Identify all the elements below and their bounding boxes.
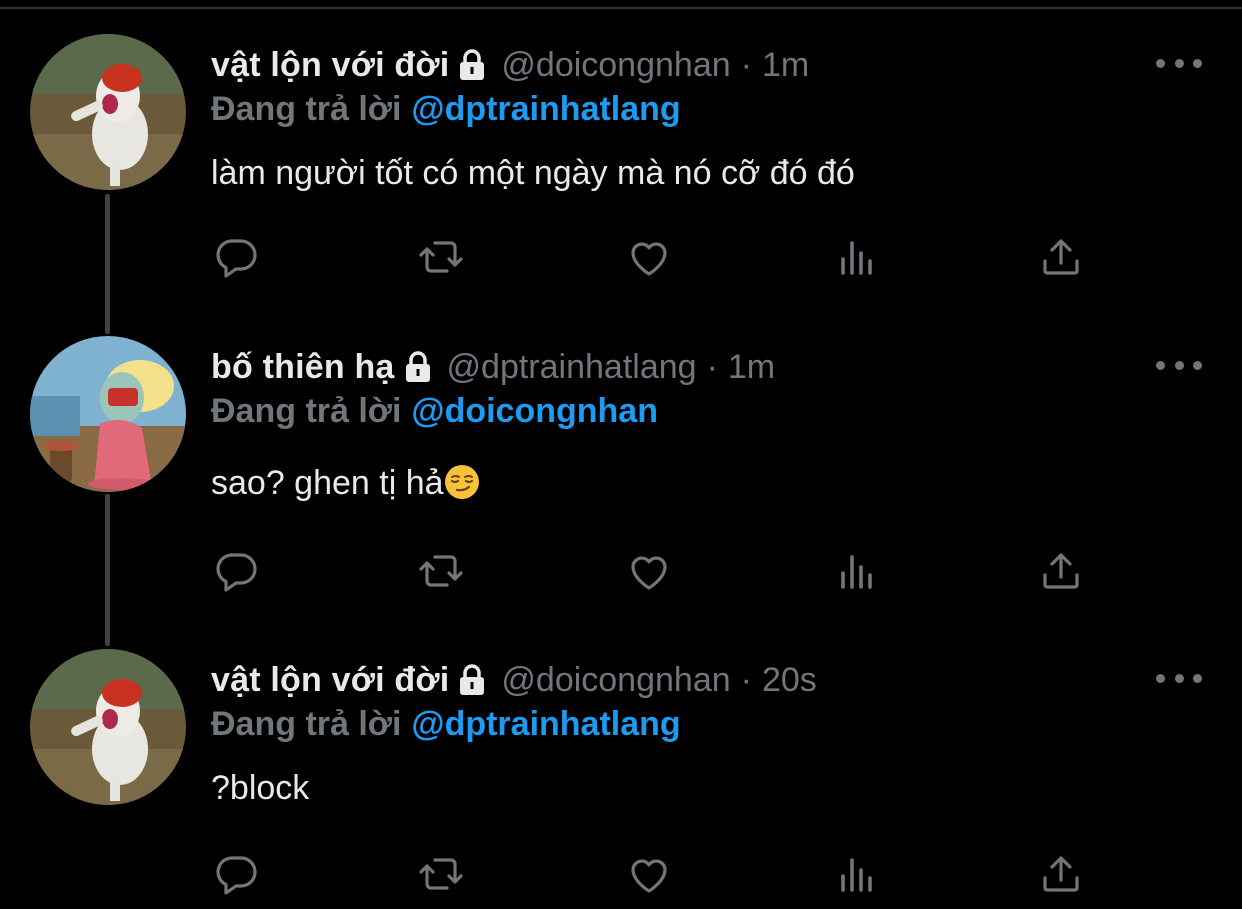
separator-dot: ·	[740, 45, 752, 84]
share-icon[interactable]	[1036, 546, 1086, 596]
views-icon[interactable]	[832, 546, 882, 596]
replying-to: Đang trả lời @dptrainhatlang	[211, 705, 681, 744]
tweet[interactable]: vật lộn với đời @doicongnhan · 1m Đang t…	[0, 0, 1242, 310]
squidward-avatar-image	[30, 336, 186, 492]
retweet-icon[interactable]	[416, 546, 466, 596]
share-icon[interactable]	[1036, 232, 1086, 282]
tweet-actions	[0, 232, 1242, 292]
views-icon[interactable]	[832, 232, 882, 282]
author-name[interactable]: bố thiên hạ	[211, 348, 395, 387]
like-icon[interactable]	[624, 232, 674, 282]
tweet-text: ?block	[211, 769, 310, 807]
tweet-actions	[0, 546, 1242, 606]
more-icon[interactable]	[1156, 52, 1202, 74]
tweet[interactable]: vật lộn với đời @doicongnhan · 20s Đang …	[0, 615, 1242, 909]
separator-dot: ·	[706, 347, 718, 386]
lock-icon	[460, 49, 485, 80]
smirking-face-emoji	[444, 465, 479, 499]
reply-mention-link[interactable]: @dptrainhatlang	[411, 705, 680, 743]
timestamp[interactable]: 1m	[728, 348, 775, 387]
reply-icon[interactable]	[212, 546, 262, 596]
tweet-text-container: sao? ghen tị hả	[211, 464, 480, 503]
author-handle[interactable]: @doicongnhan	[501, 661, 730, 700]
share-icon[interactable]	[1036, 849, 1086, 899]
reply-mention-link[interactable]: @doicongnhan	[411, 392, 658, 430]
tweet-text: làm người tốt có một ngày mà nó cỡ đó đó	[211, 154, 855, 192]
reply-icon[interactable]	[212, 849, 262, 899]
rabbid-avatar-image	[30, 34, 186, 190]
replying-label: Đang trả lời	[211, 705, 402, 743]
like-icon[interactable]	[624, 546, 674, 596]
replying-label: Đang trả lời	[211, 392, 402, 430]
more-icon[interactable]	[1156, 667, 1202, 689]
tweet-header: vật lộn với đời @doicongnhan · 1m	[211, 40, 809, 90]
separator-dot: ·	[740, 660, 752, 699]
retweet-icon[interactable]	[416, 232, 466, 282]
like-icon[interactable]	[624, 849, 674, 899]
avatar[interactable]	[30, 649, 186, 805]
timestamp[interactable]: 20s	[762, 661, 817, 700]
author-name[interactable]: vật lộn với đời	[211, 46, 449, 85]
replying-to: Đang trả lời @dptrainhatlang	[211, 90, 681, 129]
author-handle[interactable]: @doicongnhan	[501, 46, 730, 85]
reply-mention-link[interactable]: @dptrainhatlang	[411, 90, 680, 128]
tweet-header: bố thiên hạ @dptrainhatlang · 1m	[211, 342, 775, 392]
lock-icon	[460, 664, 485, 695]
replying-label: Đang trả lời	[211, 90, 402, 128]
views-icon[interactable]	[832, 849, 882, 899]
tweet-actions	[0, 849, 1242, 909]
author-name[interactable]: vật lộn với đời	[211, 661, 449, 700]
more-icon[interactable]	[1156, 354, 1202, 376]
replying-to: Đang trả lời @doicongnhan	[211, 392, 658, 431]
tweet-text: sao? ghen tị hả	[211, 464, 444, 502]
reply-icon[interactable]	[212, 232, 262, 282]
tweet[interactable]: bố thiên hạ @dptrainhatlang · 1m Đang tr…	[0, 302, 1242, 612]
tweet-header: vật lộn với đời @doicongnhan · 20s	[211, 655, 817, 705]
retweet-icon[interactable]	[416, 849, 466, 899]
rabbid-avatar-image	[30, 649, 186, 805]
avatar[interactable]	[30, 34, 186, 190]
timestamp[interactable]: 1m	[762, 46, 809, 85]
lock-icon	[405, 351, 430, 382]
author-handle[interactable]: @dptrainhatlang	[447, 348, 697, 387]
avatar[interactable]	[30, 336, 186, 492]
